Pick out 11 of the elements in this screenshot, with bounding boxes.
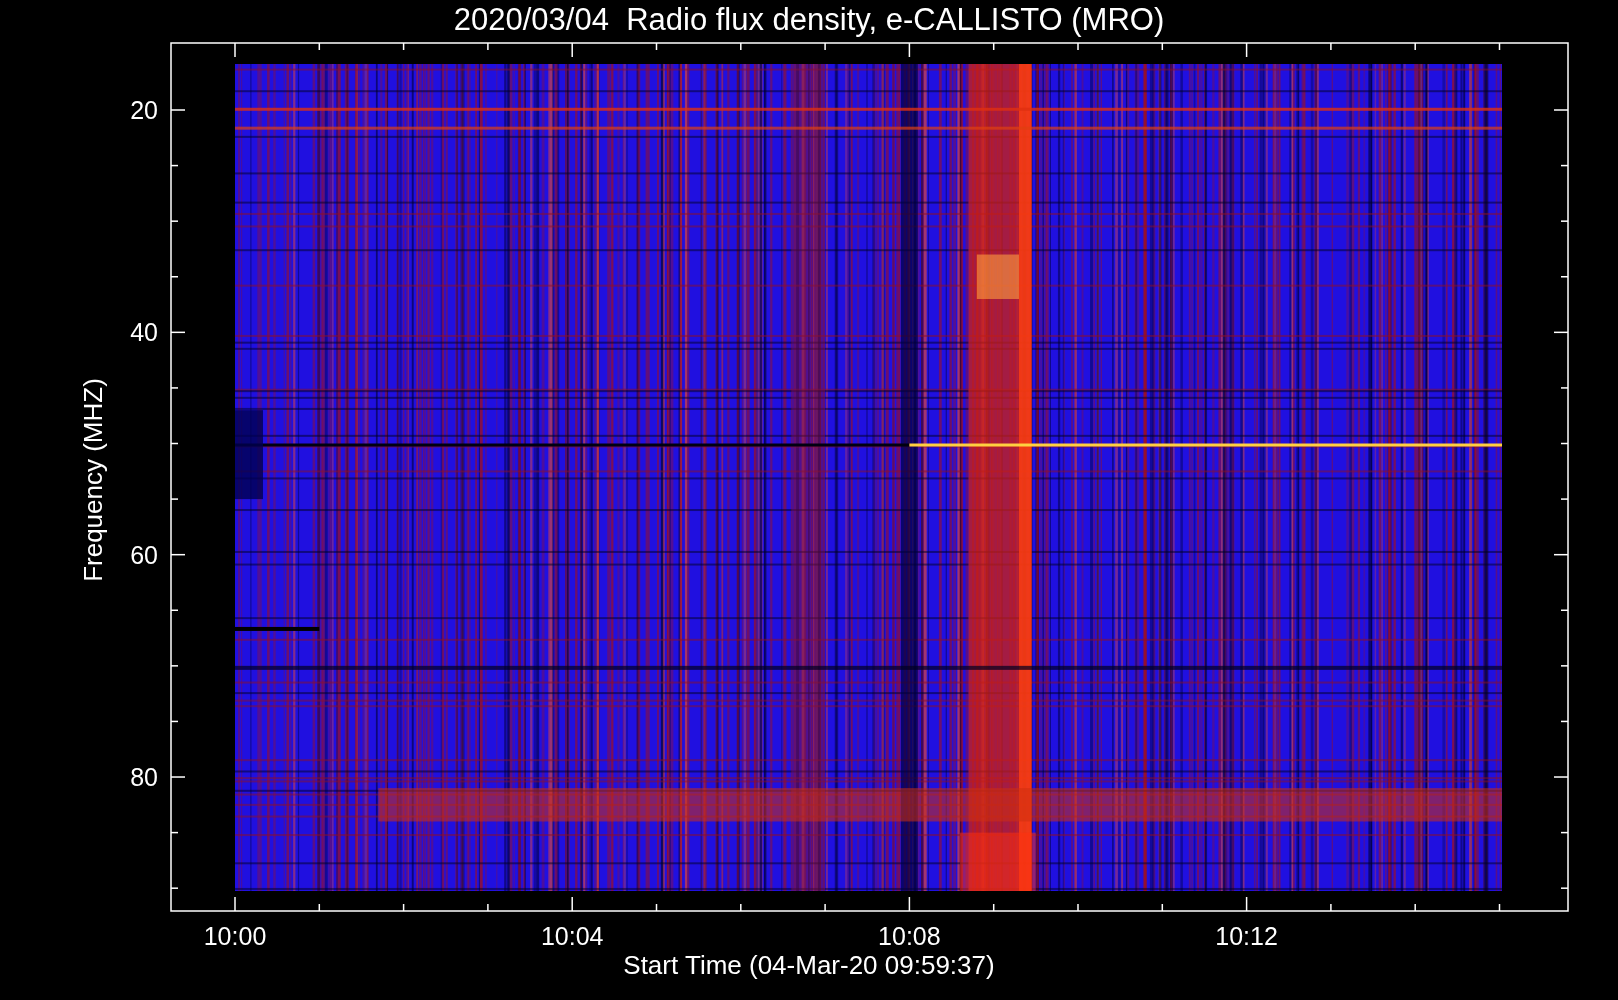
y-tick-label: 20 bbox=[130, 96, 158, 124]
x-tick-label: 10:00 bbox=[203, 922, 267, 950]
chart-title: 2020/03/04 Radio flux density, e-CALLISTO (MRO) bbox=[453, 2, 1165, 37]
y-tick-label: 80 bbox=[130, 763, 158, 791]
x-tick-label: 10:12 bbox=[1215, 922, 1278, 950]
x-axis-label: Start Time (04-Mar-20 09:59:37) bbox=[623, 950, 995, 980]
y-tick-label: 60 bbox=[130, 540, 158, 569]
y-axis-label: Frequency (MHZ) bbox=[78, 378, 108, 582]
x-tick-label: 10:08 bbox=[878, 922, 941, 950]
x-tick-label: 10:04 bbox=[540, 922, 604, 950]
y-tick-label: 40 bbox=[130, 318, 158, 347]
